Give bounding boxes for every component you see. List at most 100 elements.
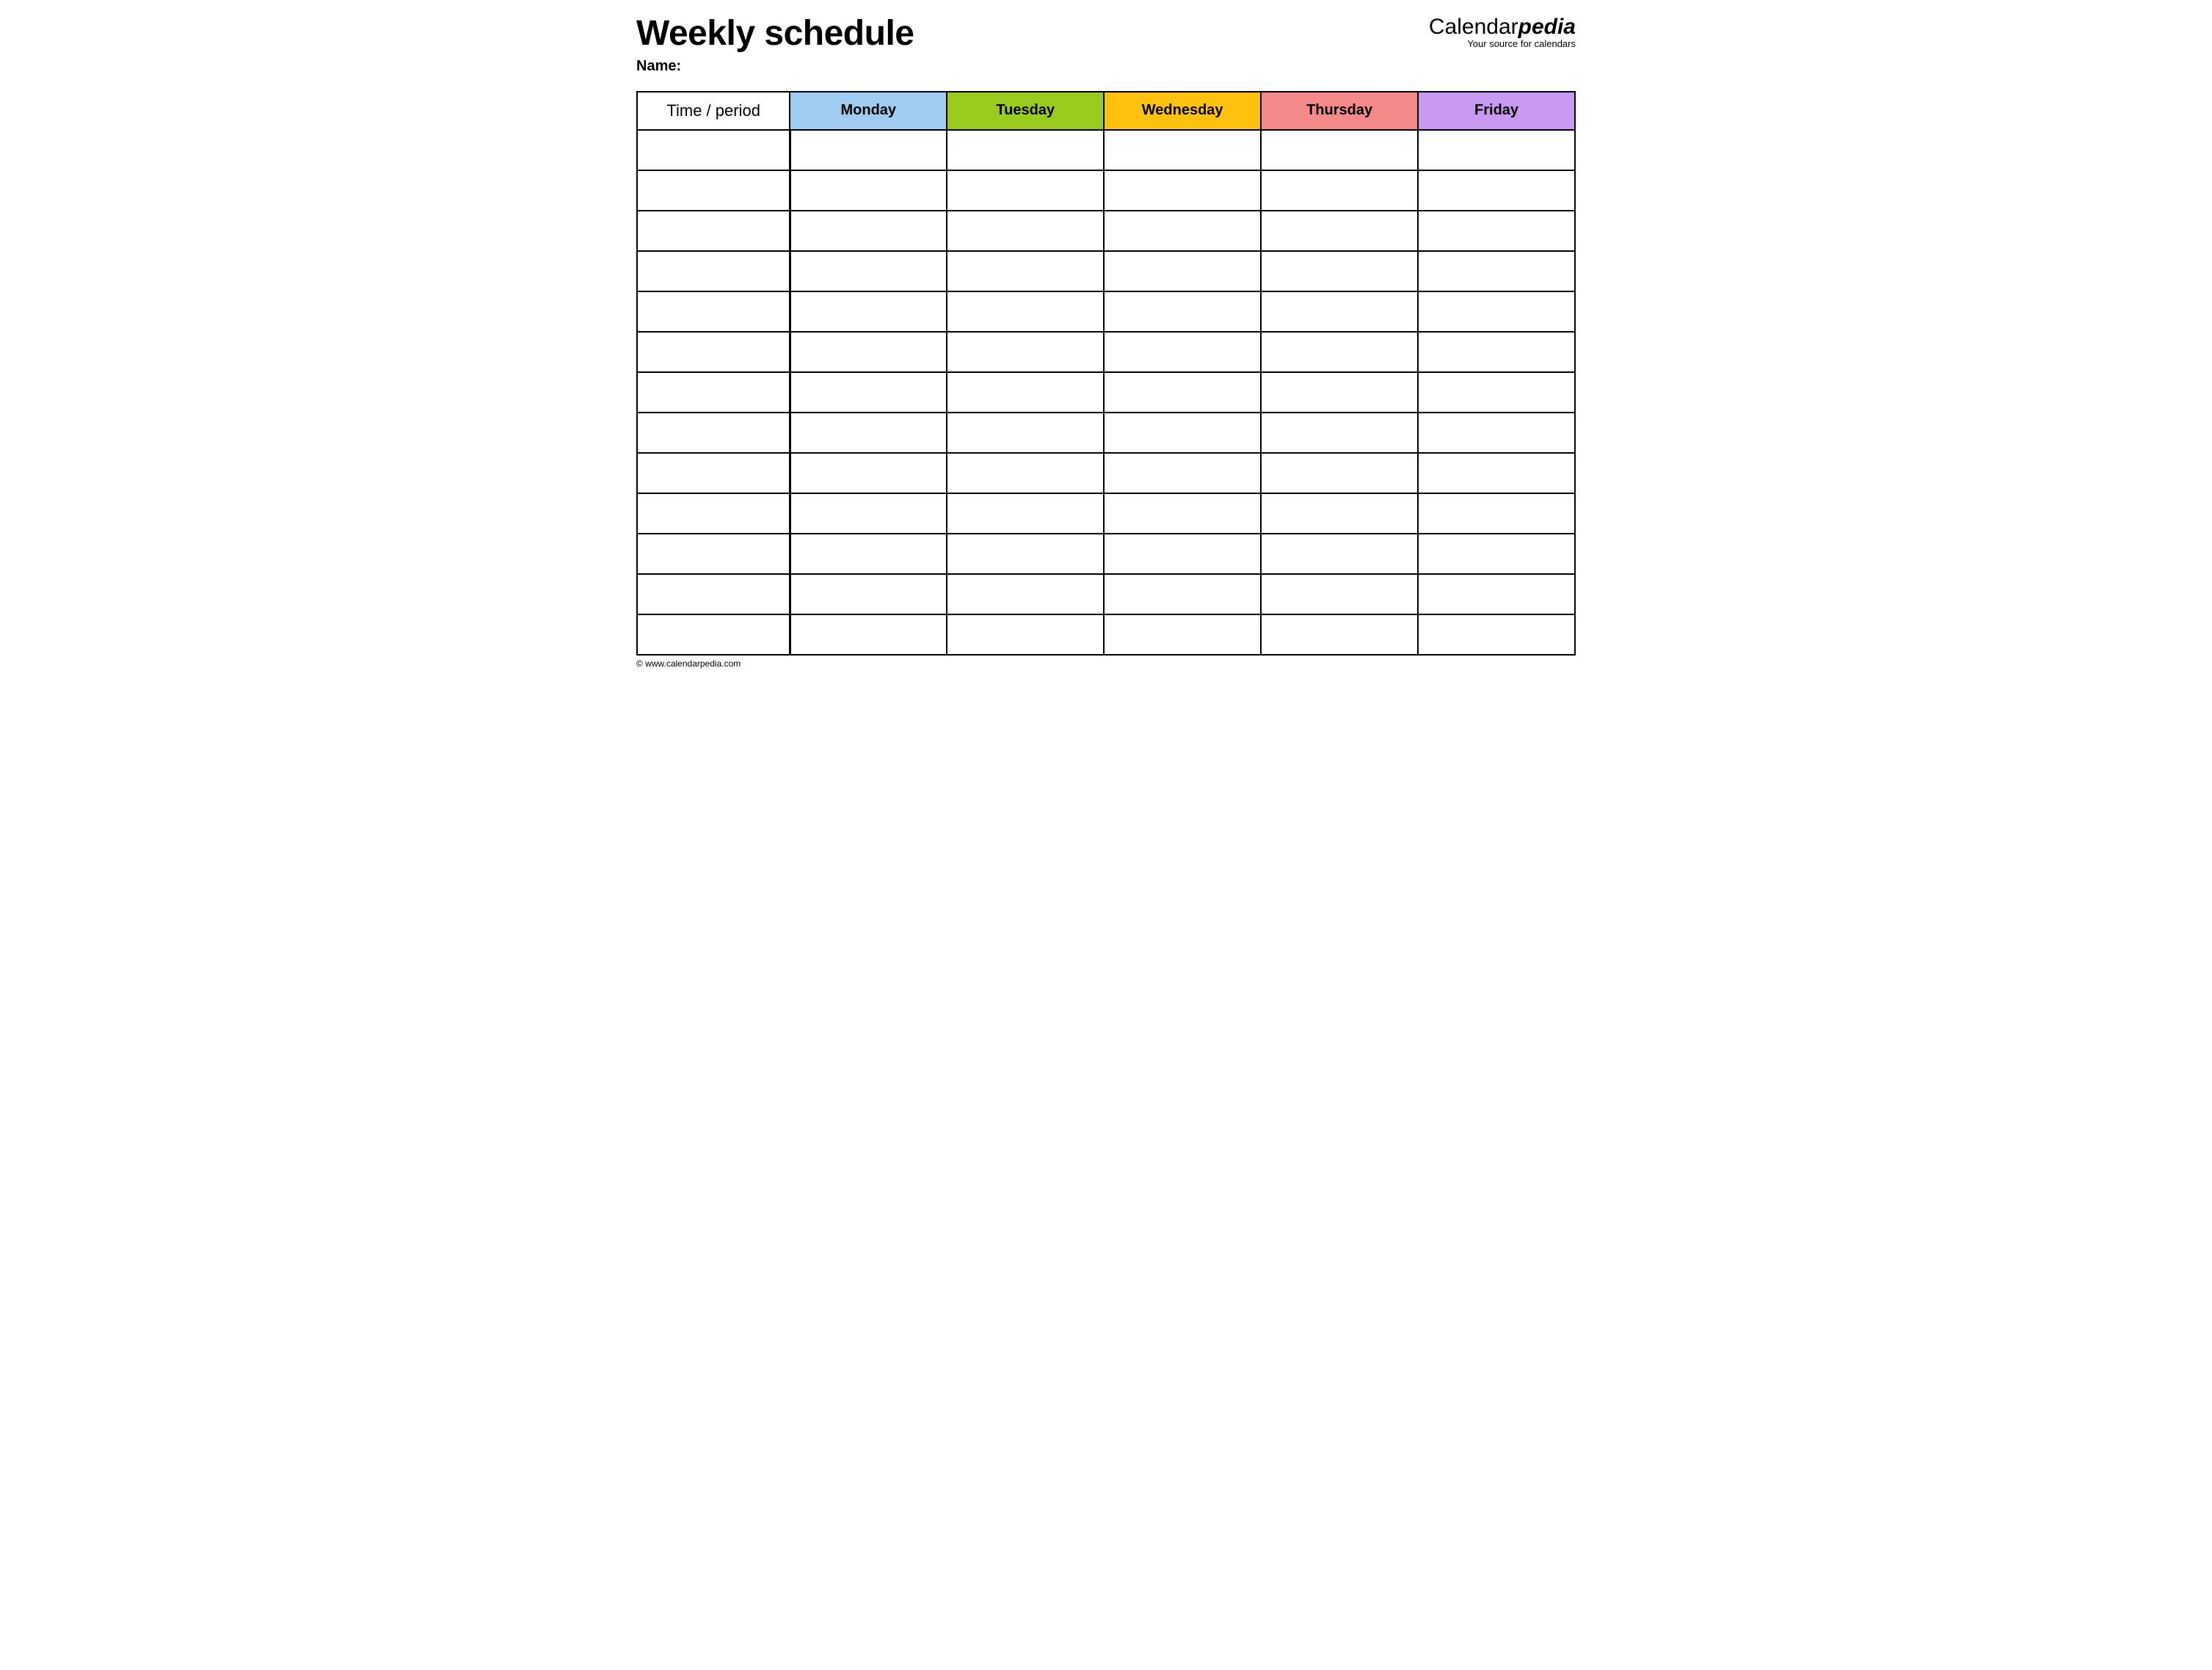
schedule-cell[interactable] [1104,493,1261,534]
name-label: Name: [636,58,1576,75]
schedule-cell[interactable] [947,291,1104,332]
time-period-header: Time / period [637,92,790,130]
schedule-cell[interactable] [947,413,1104,453]
table-row [637,413,1575,453]
schedule-cell[interactable] [790,251,947,291]
time-cell[interactable] [637,413,790,453]
time-cell[interactable] [637,493,790,534]
schedule-cell[interactable] [1418,211,1575,251]
schedule-cell[interactable] [1104,291,1261,332]
schedule-cell[interactable] [1261,574,1418,614]
schedule-cell[interactable] [1104,251,1261,291]
schedule-cell[interactable] [790,170,947,211]
time-cell[interactable] [637,291,790,332]
footer-copyright: © www.calendarpedia.com [636,658,1576,669]
page-container: Weekly schedule Calendarpedia Your sourc… [636,15,1576,669]
schedule-cell[interactable] [1261,493,1418,534]
time-cell[interactable] [637,332,790,372]
schedule-cell[interactable] [790,453,947,493]
schedule-cell[interactable] [947,534,1104,574]
time-cell[interactable] [637,372,790,413]
schedule-cell[interactable] [790,614,947,655]
time-cell[interactable] [637,211,790,251]
table-row [637,534,1575,574]
brand-pedia-text: pedia [1518,15,1576,39]
schedule-cell[interactable] [1418,372,1575,413]
schedule-cell[interactable] [947,372,1104,413]
schedule-cell[interactable] [947,574,1104,614]
schedule-cell[interactable] [790,574,947,614]
schedule-cell[interactable] [1261,170,1418,211]
schedule-cell[interactable] [1418,332,1575,372]
schedule-cell[interactable] [1104,614,1261,655]
time-cell[interactable] [637,251,790,291]
day-header-monday: Monday [790,92,947,130]
schedule-cell[interactable] [1104,574,1261,614]
schedule-cell[interactable] [1104,170,1261,211]
schedule-cell[interactable] [1261,453,1418,493]
header: Weekly schedule Calendarpedia Your sourc… [636,15,1576,54]
schedule-cell[interactable] [1418,170,1575,211]
time-cell[interactable] [637,574,790,614]
schedule-cell[interactable] [790,534,947,574]
schedule-cell[interactable] [947,493,1104,534]
schedule-cell[interactable] [947,170,1104,211]
schedule-cell[interactable] [947,130,1104,170]
schedule-cell[interactable] [1104,534,1261,574]
schedule-cell[interactable] [947,453,1104,493]
schedule-cell[interactable] [790,130,947,170]
schedule-cell[interactable] [1418,453,1575,493]
table-row [637,251,1575,291]
schedule-cell[interactable] [1261,413,1418,453]
schedule-cell[interactable] [1104,453,1261,493]
table-row [637,211,1575,251]
schedule-cell[interactable] [790,413,947,453]
schedule-cell[interactable] [1104,332,1261,372]
schedule-cell[interactable] [947,332,1104,372]
schedule-table: Time / period MondayTuesdayWednesdayThur… [636,91,1576,656]
schedule-cell[interactable] [1104,130,1261,170]
schedule-cell[interactable] [790,372,947,413]
schedule-cell[interactable] [1261,534,1418,574]
schedule-cell[interactable] [947,251,1104,291]
schedule-cell[interactable] [1418,493,1575,534]
schedule-cell[interactable] [1261,614,1418,655]
table-row [637,614,1575,655]
day-header-thursday: Thursday [1261,92,1418,130]
table-row [637,372,1575,413]
schedule-cell[interactable] [1261,291,1418,332]
table-row [637,170,1575,211]
time-cell[interactable] [637,534,790,574]
schedule-cell[interactable] [1418,574,1575,614]
schedule-cell[interactable] [1418,291,1575,332]
schedule-cell[interactable] [947,614,1104,655]
schedule-cell[interactable] [1261,130,1418,170]
schedule-cell[interactable] [1418,130,1575,170]
day-header-wednesday: Wednesday [1104,92,1261,130]
brand-tagline: Your source for calendars [1429,39,1576,49]
schedule-cell[interactable] [790,332,947,372]
schedule-cell[interactable] [1261,251,1418,291]
schedule-cell[interactable] [1104,413,1261,453]
schedule-cell[interactable] [790,211,947,251]
schedule-cell[interactable] [790,493,947,534]
time-cell[interactable] [637,130,790,170]
schedule-cell[interactable] [947,211,1104,251]
table-row [637,332,1575,372]
schedule-cell[interactable] [1104,372,1261,413]
schedule-body [637,130,1575,655]
schedule-cell[interactable] [1418,413,1575,453]
schedule-cell[interactable] [1418,534,1575,574]
schedule-cell[interactable] [1104,211,1261,251]
time-cell[interactable] [637,614,790,655]
time-cell[interactable] [637,170,790,211]
schedule-cell[interactable] [790,291,947,332]
schedule-cell[interactable] [1261,372,1418,413]
schedule-cell[interactable] [1418,614,1575,655]
schedule-cell[interactable] [1261,332,1418,372]
header-row: Time / period MondayTuesdayWednesdayThur… [637,92,1575,130]
schedule-cell[interactable] [1261,211,1418,251]
time-cell[interactable] [637,453,790,493]
brand-logo: Calendarpedia [1429,15,1576,39]
schedule-cell[interactable] [1418,251,1575,291]
